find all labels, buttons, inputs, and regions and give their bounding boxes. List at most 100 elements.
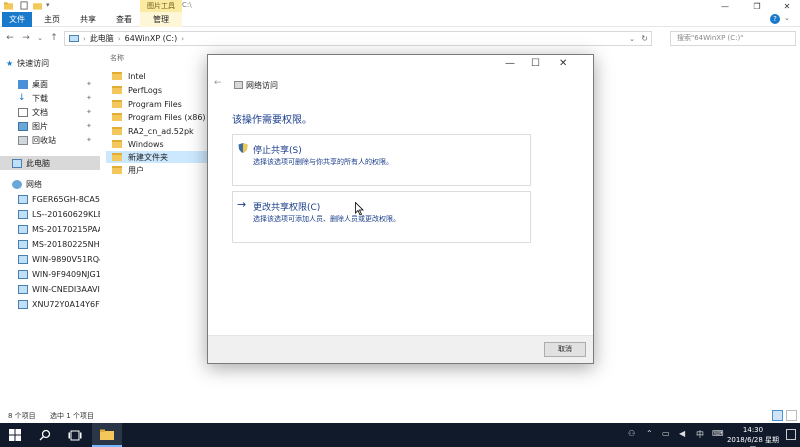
sidebar-item-label: WIN-9F9409NJG1	[32, 269, 100, 279]
task-view-button[interactable]	[60, 423, 90, 447]
recycle-bin-icon	[18, 135, 28, 145]
maximize-icon[interactable]: ☐	[531, 58, 540, 69]
file-name: Windows	[128, 139, 164, 149]
cancel-button[interactable]: 取消	[544, 342, 586, 357]
file-row-perflogs[interactable]: PerfLogs	[106, 84, 210, 96]
ribbon-expand-icon[interactable]: ⌄	[784, 14, 794, 24]
new-folder-icon[interactable]	[33, 1, 42, 10]
ime-indicator[interactable]: 中	[696, 429, 704, 440]
sidebar-item-network-computer[interactable]: LS--20160629KLB	[0, 207, 100, 221]
sidebar-item-label: 此电脑	[26, 158, 50, 168]
sidebar-item-network-computer[interactable]: FGER65GH-8CA50	[0, 192, 100, 206]
address-dropdown-icon[interactable]: ⌄	[629, 35, 635, 43]
folder-icon	[112, 140, 122, 148]
search-input[interactable]: 搜索"64WinXP (C:)"	[670, 31, 796, 46]
sidebar-item-documents[interactable]: 文档 ✦	[0, 105, 100, 119]
tab-home[interactable]: 主页	[34, 12, 70, 27]
close-icon[interactable]: ✕	[559, 58, 567, 69]
file-row-users[interactable]: 用户	[106, 164, 210, 176]
breadcrumb-drive-c[interactable]: 64WinXP (C:)	[125, 34, 178, 43]
network-computer-icon	[18, 194, 28, 204]
refresh-icon[interactable]: ↻	[641, 34, 648, 43]
sidebar-item-label: FGER65GH-8CA50	[32, 194, 100, 204]
file-row-program-files[interactable]: Program Files	[106, 98, 210, 110]
close-button[interactable]: ✕	[772, 0, 800, 12]
folder-icon	[112, 166, 122, 174]
sidebar-item-network-computer[interactable]: MS-20170215PAA	[0, 222, 100, 236]
file-row-intel[interactable]: Intel	[106, 70, 210, 82]
breadcrumb-this-pc[interactable]: 此电脑	[90, 33, 114, 44]
sidebar-item-network-computer[interactable]: WIN-9890V51RQ4	[0, 252, 100, 266]
folder-icon	[112, 113, 122, 121]
sidebar-item-network-computer[interactable]: MS-20180225NHZ	[0, 237, 100, 251]
file-row-program-files-x86[interactable]: Program Files (x86)	[106, 111, 210, 123]
sidebar-item-network-computer[interactable]: WIN-9F9409NJG1	[0, 267, 100, 281]
start-button[interactable]	[0, 423, 30, 447]
up-button[interactable]: ↑	[48, 32, 60, 44]
pin-icon[interactable]: ✦	[86, 80, 92, 88]
file-row-new-folder[interactable]: 新建文件夹	[106, 151, 210, 163]
file-name: RA2_cn_ad.52pk	[128, 126, 194, 136]
sidebar-item-network-computer[interactable]: WIN-CNEDI3AAVI	[0, 282, 100, 296]
pin-icon[interactable]: ✦	[86, 108, 92, 116]
sidebar-item-label: 文档	[32, 107, 48, 117]
keyboard-icon[interactable]: ⌨	[712, 429, 724, 438]
back-button[interactable]: ←	[4, 32, 16, 44]
network-access-dialog: — ☐ ✕ ← 网络访问 该操作需要权限。 停止共享(S) 选择该选项可删除与你…	[207, 54, 594, 364]
large-icons-view-icon[interactable]	[786, 410, 797, 421]
file-row-ra2[interactable]: RA2_cn_ad.52pk	[106, 125, 210, 137]
back-arrow-icon[interactable]: ←	[214, 78, 222, 88]
option-title: 更改共享权限(C)	[253, 203, 321, 213]
column-header-name[interactable]: 名称	[110, 53, 124, 63]
network-computer-icon	[18, 224, 28, 234]
people-icon[interactable]: ⚇	[628, 429, 635, 438]
tab-share[interactable]: 共享	[70, 12, 106, 27]
sidebar-item-label: 快速访问	[17, 58, 50, 68]
sidebar-item-network-computer[interactable]: XNU72Y0A14Y6F0	[0, 297, 100, 311]
tab-manage[interactable]: 管理	[140, 12, 182, 27]
sidebar-item-label: 桌面	[32, 79, 48, 89]
pin-icon[interactable]: ✦	[86, 94, 92, 102]
volume-icon[interactable]: ◀	[679, 429, 685, 438]
stop-sharing-option[interactable]: 停止共享(S) 选择该选项可删除与你共享的所有人的权限。	[232, 134, 531, 186]
minimize-icon[interactable]: —	[505, 58, 515, 69]
dialog-heading: 该操作需要权限。	[232, 115, 312, 126]
tab-view[interactable]: 查看	[106, 12, 142, 27]
pin-icon[interactable]: ✦	[86, 136, 92, 144]
sidebar-item-this-pc[interactable]: 此电脑	[0, 156, 100, 170]
sidebar-item-pictures[interactable]: 图片 ✦	[0, 119, 100, 133]
properties-icon[interactable]	[20, 1, 29, 10]
sidebar-item-desktop[interactable]: 桌面 ✦	[0, 77, 100, 91]
file-name: PerfLogs	[128, 85, 163, 95]
sidebar-item-downloads[interactable]: ↓ 下载 ✦	[0, 91, 100, 105]
forward-button[interactable]: →	[20, 32, 32, 44]
sidebar-item-label: MS-20170215PAA	[32, 224, 100, 234]
show-hidden-icons[interactable]: ⌃	[646, 429, 653, 438]
notification-center-icon[interactable]	[786, 429, 796, 440]
change-permissions-option[interactable]: → 更改共享权限(C) 选择该选项可添加人员、删除人员或更改权限。	[232, 191, 531, 243]
sidebar-item-quick-access[interactable]: ★ 快速访问	[0, 56, 100, 70]
restore-button[interactable]: ❐	[742, 0, 772, 12]
details-view-icon[interactable]	[772, 410, 783, 421]
file-name: Intel	[128, 71, 146, 81]
task-view-icon	[68, 430, 82, 440]
address-bar[interactable]: › 此电脑 › 64WinXP (C:) › ⌄ ↻	[64, 31, 652, 46]
sidebar-item-label: 图片	[32, 121, 48, 131]
pictures-icon	[18, 121, 28, 131]
taskbar-file-explorer[interactable]	[92, 423, 122, 447]
network-status-icon[interactable]: ▭	[662, 429, 670, 438]
system-clock[interactable]: 14:30 2018/6/28 星期四	[724, 425, 782, 447]
sidebar-item-label: 下载	[32, 93, 48, 103]
minimize-button[interactable]: —	[710, 0, 740, 12]
quick-access-dropdown-icon[interactable]: ▾	[46, 1, 55, 10]
pin-icon[interactable]: ✦	[86, 122, 92, 130]
tab-file[interactable]: 文件	[2, 12, 32, 27]
help-icon[interactable]: ?	[770, 14, 780, 24]
recent-locations-icon[interactable]: ⌄	[34, 32, 46, 44]
computer-icon	[69, 34, 79, 42]
breadcrumb-separator-icon: ›	[117, 34, 121, 43]
sidebar-item-recycle-bin[interactable]: 回收站 ✦	[0, 133, 100, 147]
file-row-windows[interactable]: Windows	[106, 138, 210, 150]
sidebar-item-network[interactable]: 网络	[0, 177, 100, 191]
search-button[interactable]	[30, 423, 60, 447]
